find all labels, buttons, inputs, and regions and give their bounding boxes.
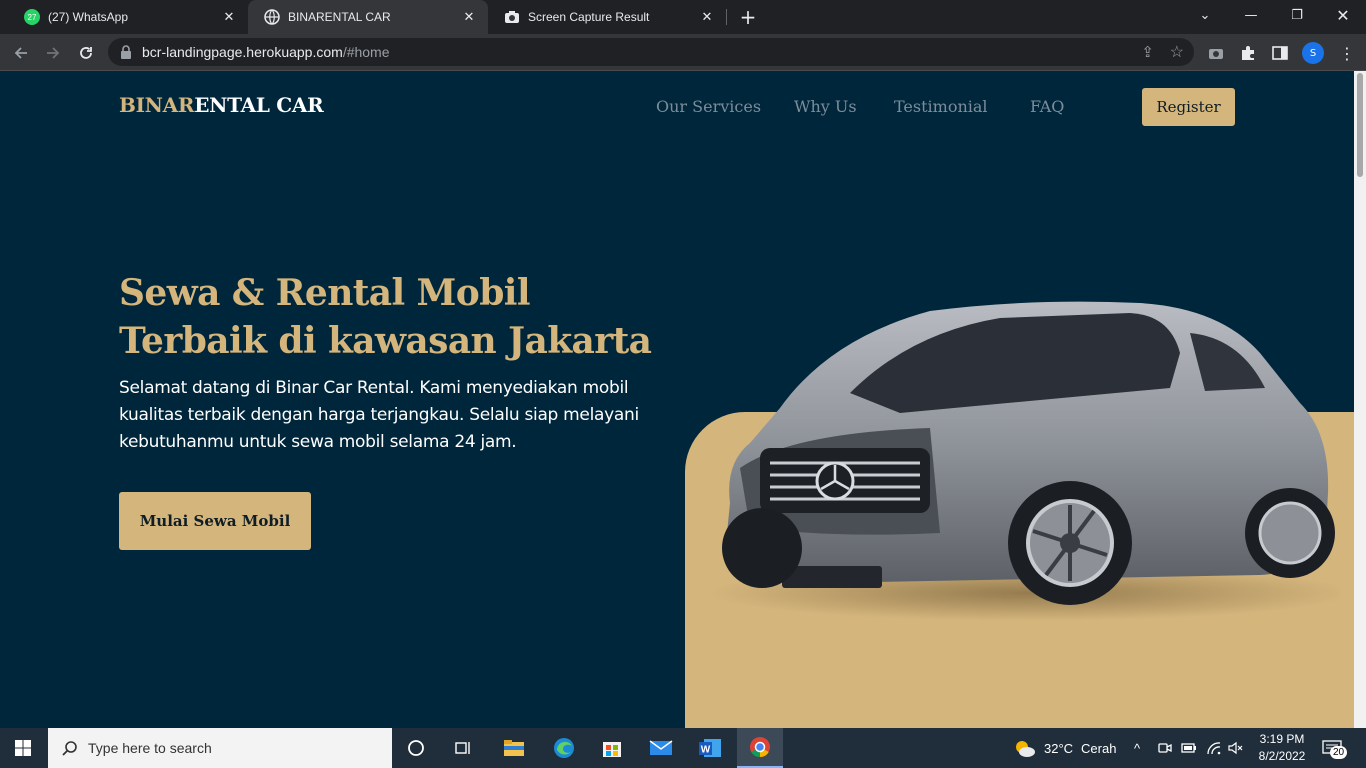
menu-kebab-icon[interactable]: ⋮ — [1334, 40, 1360, 66]
url-host: bcr-landingpage.herokuapp.com — [142, 44, 343, 60]
tab-title: Screen Capture Result — [528, 10, 650, 24]
tab-whatsapp[interactable]: 27 (27) WhatsApp ✕ — [8, 0, 248, 34]
brand-logo[interactable]: BINARENTAL CAR — [119, 93, 324, 117]
clock-date: 8/2/2022 — [1258, 749, 1306, 763]
lock-icon — [120, 45, 132, 59]
register-button[interactable]: Register — [1142, 88, 1235, 126]
svg-text:W: W — [701, 745, 711, 756]
page-scrollbar[interactable] — [1354, 71, 1366, 728]
nav-faq[interactable]: FAQ — [1030, 97, 1064, 116]
tab-strip: 27 (27) WhatsApp ✕ BINARENTAL CAR ✕ Scre… — [0, 0, 1366, 34]
tab-screen-capture[interactable]: Screen Capture Result ✕ — [488, 0, 726, 34]
bookmark-star-icon[interactable]: ☆ — [1170, 42, 1184, 62]
profile-avatar[interactable]: S — [1302, 42, 1324, 64]
weather-condition: Cerah — [1081, 740, 1117, 756]
nav-why-us[interactable]: Why Us — [794, 97, 857, 116]
task-view-icon[interactable] — [441, 728, 487, 768]
search-icon — [62, 740, 78, 756]
notification-count-badge: 20 — [1330, 746, 1348, 759]
windows-taskbar: Type here to search W 32°C Cerah ^ 3:19 … — [0, 728, 1366, 768]
tab-binarental[interactable]: BINARENTAL CAR ✕ — [248, 0, 488, 34]
tab-title: BINARENTAL CAR — [288, 10, 391, 24]
whatsapp-icon: 27 — [24, 9, 40, 25]
minimize-icon[interactable]: — — [1228, 0, 1274, 30]
camera-icon — [504, 9, 520, 25]
close-tab-icon[interactable]: ✕ — [460, 8, 478, 26]
screenshot-extension-icon[interactable] — [1203, 40, 1229, 66]
close-tab-icon[interactable]: ✕ — [698, 8, 716, 26]
weather-widget[interactable]: 32°C Cerah — [1012, 728, 1116, 768]
address-bar[interactable]: bcr-landingpage.herokuapp.com/#home ⇪ ☆ — [108, 38, 1194, 66]
hero-description: Selamat datang di Binar Car Rental. Kami… — [119, 378, 639, 452]
scrollbar-thumb[interactable] — [1357, 73, 1363, 177]
close-window-icon[interactable]: ✕ — [1320, 0, 1366, 30]
back-arrow-icon[interactable] — [8, 40, 34, 66]
taskbar-search-box[interactable]: Type here to search — [48, 728, 392, 768]
side-panel-icon[interactable] — [1267, 40, 1293, 66]
browser-toolbar: bcr-landingpage.herokuapp.com/#home ⇪ ☆ … — [0, 34, 1366, 71]
weather-temperature: 32°C — [1044, 740, 1074, 756]
show-hidden-icons-chevron-icon[interactable]: ^ — [1134, 728, 1140, 768]
chrome-icon[interactable] — [737, 728, 783, 768]
weather-partly-cloudy-icon — [1012, 738, 1036, 758]
globe-icon — [264, 9, 280, 25]
url-path: /#home — [342, 44, 390, 60]
file-explorer-icon[interactable] — [491, 728, 537, 768]
word-icon[interactable]: W — [687, 728, 733, 768]
share-icon[interactable]: ⇪ — [1141, 43, 1154, 61]
search-placeholder: Type here to search — [88, 740, 212, 756]
edge-browser-icon[interactable] — [541, 728, 587, 768]
nav-our-services[interactable]: Our Services — [656, 97, 761, 116]
close-tab-icon[interactable]: ✕ — [220, 8, 238, 26]
mail-icon[interactable] — [638, 728, 684, 768]
forward-arrow-icon[interactable] — [40, 40, 66, 66]
tab-title: (27) WhatsApp — [48, 10, 129, 24]
volume-muted-icon[interactable] — [1228, 728, 1244, 768]
reload-icon[interactable] — [73, 40, 99, 66]
windows-start-icon[interactable] — [0, 728, 46, 768]
cortana-icon[interactable] — [393, 728, 439, 768]
microsoft-store-icon[interactable] — [589, 728, 635, 768]
tab-separator — [726, 9, 727, 25]
new-tab-button[interactable]: + — [736, 5, 760, 29]
wifi-icon[interactable] — [1206, 728, 1222, 768]
start-rental-button[interactable]: Mulai Sewa Mobil — [119, 492, 311, 550]
extensions-puzzle-icon[interactable] — [1235, 40, 1261, 66]
nav-testimonial[interactable]: Testimonial — [894, 97, 988, 116]
battery-icon[interactable] — [1181, 728, 1197, 768]
restore-icon[interactable]: ❐ — [1274, 0, 1320, 30]
hero-title: Sewa & Rental Mobil Terbaik di kawasan J… — [119, 272, 652, 362]
clock-time: 3:19 PM — [1259, 732, 1305, 746]
meet-now-icon[interactable] — [1158, 728, 1172, 768]
landing-page: BINARENTAL CAR Our Services Why Us Testi… — [0, 71, 1354, 728]
car-image — [710, 301, 1340, 621]
taskbar-clock[interactable]: 3:19 PM 8/2/2022 — [1252, 731, 1312, 765]
notification-center-icon[interactable]: 20 — [1322, 728, 1348, 768]
tab-search-chevron-icon[interactable]: ⌄ — [1182, 0, 1228, 30]
